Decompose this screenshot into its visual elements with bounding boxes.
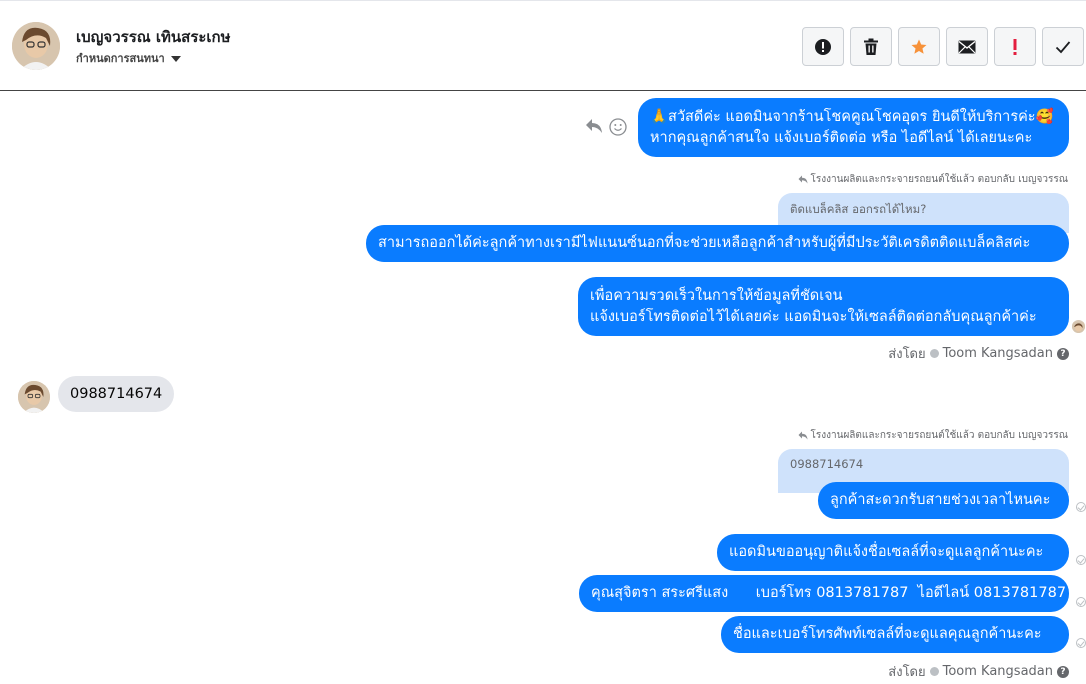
check-icon bbox=[1055, 40, 1071, 53]
agent-avatar-icon bbox=[929, 349, 939, 358]
agent-avatar-icon bbox=[929, 667, 939, 676]
important-button[interactable] bbox=[994, 27, 1036, 66]
message-bubble-outgoing[interactable]: เพื่อความรวดเร็วในการให้ข้อมูลที่ชัดเจน … bbox=[578, 277, 1069, 336]
message-text: เพื่อความรวดเร็วในการให้ข้อมูลที่ชัดเจน bbox=[590, 287, 843, 304]
contact-avatar-small[interactable] bbox=[18, 381, 50, 413]
message-bubble-outgoing[interactable]: ชื่อและเบอร์โทรศัพท์เซลล์ที่จะดูแลคุณลูก… bbox=[721, 616, 1069, 653]
header-actions bbox=[802, 27, 1084, 66]
reply-arrow-icon bbox=[798, 175, 808, 184]
reply-arrow-icon bbox=[798, 431, 808, 440]
message-bubble-outgoing[interactable]: คุณสุจิตรา สระศรีแสง เบอร์โทร 0813781787… bbox=[579, 575, 1069, 612]
message-bubble-outgoing[interactable]: สามารถออกได้ค่ะลูกค้าทางเรามีไฟแนนซ์นอกท… bbox=[366, 225, 1069, 262]
sent-check-icon bbox=[1076, 597, 1086, 607]
contact-avatar[interactable] bbox=[12, 22, 60, 70]
reply-meta: โรงงานผลิตและกระจายรถยนต์ใช้แล้ว ตอบกลับ… bbox=[798, 428, 1068, 443]
conversation-settings[interactable]: กำหนดการสนทนา bbox=[76, 49, 181, 67]
message-text: สามารถออกได้ค่ะลูกค้าทางเรามีไฟแนนซ์นอกท… bbox=[378, 235, 1031, 251]
message-text: แอดมินขออนุญาติแจ้งชื่อเซลล์ที่จะดูแลลูก… bbox=[729, 544, 1044, 560]
alert-icon bbox=[815, 38, 831, 55]
message-bubble-outgoing[interactable]: 🙏สวัสดีค่ะ แอดมินจากร้านโชคคูณโชคอุดร ยิ… bbox=[638, 98, 1069, 157]
help-icon[interactable]: ? bbox=[1057, 665, 1069, 678]
react-emoji-icon[interactable] bbox=[609, 118, 627, 140]
message-bubble-incoming[interactable]: 0988714674 bbox=[58, 376, 175, 412]
mark-done-button[interactable] bbox=[1042, 27, 1084, 66]
help-icon[interactable]: ? bbox=[1057, 347, 1069, 360]
sent-check-icon bbox=[1076, 555, 1086, 565]
message-text: 0988714674 bbox=[70, 386, 163, 402]
sent-by: ส่งโดย Toom Kangsadan ? bbox=[888, 661, 1069, 682]
message-bubble-outgoing[interactable]: ลูกค้าสะดวกรับสายช่วงเวลาไหนคะ bbox=[818, 482, 1069, 519]
sent-check-icon bbox=[1076, 638, 1086, 648]
seen-avatar bbox=[1072, 320, 1085, 333]
message-text: หากคุณลูกค้าสนใจ แจ้งเบอร์ติดต่อ หรือ ไอ… bbox=[650, 129, 1033, 146]
reply-meta: โรงงานผลิตและกระจายรถยนต์ใช้แล้ว ตอบกลับ… bbox=[798, 172, 1068, 187]
message-bubble-outgoing[interactable]: แอดมินขออนุญาติแจ้งชื่อเซลล์ที่จะดูแลลูก… bbox=[717, 534, 1069, 571]
message-text: แจ้งเบอร์โทรติดต่อไว้ได้เลยค่ะ แอดมินจะใ… bbox=[590, 308, 1037, 325]
report-button[interactable] bbox=[802, 27, 844, 66]
star-button[interactable] bbox=[898, 27, 940, 66]
contact-name[interactable]: เบญจวรรณ เทินสระเกษ bbox=[76, 25, 231, 49]
conversation-header: เบญจวรรณ เทินสระเกษ กำหนดการสนทนา bbox=[0, 0, 1086, 91]
mark-unread-button[interactable] bbox=[946, 27, 988, 66]
reply-icon[interactable] bbox=[585, 118, 603, 138]
star-icon bbox=[911, 39, 927, 54]
mail-icon bbox=[958, 40, 976, 53]
agent-name[interactable]: Toom Kangsadan bbox=[943, 346, 1053, 361]
trash-icon bbox=[864, 38, 878, 55]
sent-check-icon bbox=[1076, 502, 1086, 512]
caret-down-icon bbox=[170, 55, 181, 62]
agent-name[interactable]: Toom Kangsadan bbox=[943, 664, 1053, 679]
message-text: 🙏สวัสดีค่ะ แอดมินจากร้านโชคคูณโชคอุดร ยิ… bbox=[650, 108, 1054, 125]
delete-button[interactable] bbox=[850, 27, 892, 66]
important-icon bbox=[1013, 38, 1017, 55]
conversation-settings-label: กำหนดการสนทนา bbox=[76, 52, 165, 65]
message-text: ชื่อและเบอร์โทรศัพท์เซลล์ที่จะดูแลคุณลูก… bbox=[733, 626, 1042, 642]
sent-by: ส่งโดย Toom Kangsadan ? bbox=[888, 343, 1069, 364]
message-text: คุณสุจิตรา สระศรีแสง เบอร์โทร 0813781787… bbox=[591, 585, 1067, 601]
message-text: ลูกค้าสะดวกรับสายช่วงเวลาไหนคะ bbox=[830, 492, 1051, 508]
